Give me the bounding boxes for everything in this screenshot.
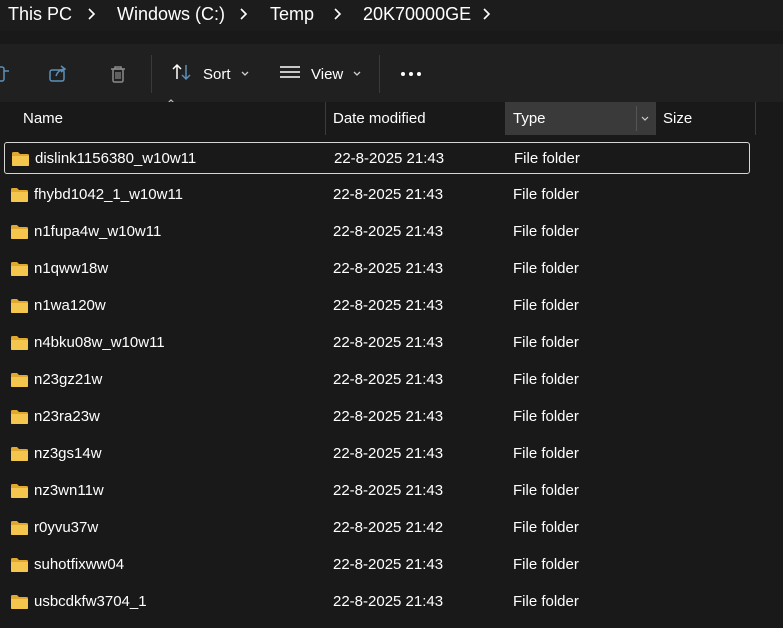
folder-icon	[11, 151, 30, 167]
trash-icon[interactable]	[108, 64, 128, 84]
file-date-modified: 22-8-2025 21:43	[333, 445, 444, 462]
column-header-row: Name Date modified Type Size	[0, 102, 783, 135]
command-bar: Sort View	[0, 44, 783, 102]
file-name: n23ra23w	[34, 408, 100, 425]
file-type: File folder	[513, 297, 579, 314]
cut-icon[interactable]	[0, 64, 12, 84]
chevron-right-icon[interactable]	[479, 4, 495, 24]
chevron-down-icon	[353, 71, 361, 76]
folder-icon	[10, 594, 29, 610]
column-header-size[interactable]: Size	[656, 102, 755, 135]
sort-label: Sort	[203, 65, 231, 83]
file-name: r0yvu37w	[34, 519, 99, 536]
file-name: usbcdkfw3704_1	[34, 593, 147, 610]
file-name: fhybd1042_1_w10w11	[34, 186, 184, 203]
column-header-name[interactable]: Name	[0, 102, 325, 135]
column-separator	[636, 106, 637, 131]
file-date-modified: 22-8-2025 21:43	[333, 334, 444, 351]
folder-icon	[10, 261, 29, 277]
folder-icon	[10, 372, 29, 388]
sort-arrows-icon	[171, 62, 193, 87]
folder-icon	[10, 409, 29, 425]
table-row[interactable]: r0yvu37w 22-8-2025 21:42 File folder	[4, 512, 750, 544]
file-date-modified: 22-8-2025 21:43	[333, 186, 444, 203]
table-row[interactable]: n1fupa4w_w10w11 22-8-2025 21:43 File folde…	[4, 216, 750, 248]
breadcrumb-item-windows-c[interactable]: Windows (C:)	[117, 3, 225, 25]
breadcrumb: This PC Windows (C:) Temp 20K70000GE	[0, 0, 783, 31]
table-row[interactable]: fhybd1042_1_w10w11 22-8-2025 21:43 File fo…	[4, 179, 750, 211]
file-date-modified: 22-8-2025 21:43	[333, 556, 444, 573]
file-type: File folder	[513, 445, 579, 462]
file-type: File folder	[513, 223, 579, 240]
table-row[interactable]: n23gz21w 22-8-2025 21:43 File folder	[4, 364, 750, 396]
column-header-type-label: Type	[513, 110, 546, 127]
table-row[interactable]: n1qww18w 22-8-2025 21:43 File folder	[4, 253, 750, 285]
more-dots-icon[interactable]	[400, 64, 421, 84]
file-type: File folder	[513, 593, 579, 610]
file-type: File folder	[513, 556, 579, 573]
file-name: n1wa120w	[34, 297, 106, 314]
file-name: n4bku08w_w10w11	[34, 334, 165, 351]
file-date-modified: 22-8-2025 21:43	[333, 408, 444, 425]
file-type: File folder	[514, 150, 580, 167]
file-type: File folder	[513, 371, 579, 388]
file-name: n23gz21w	[34, 371, 103, 388]
file-type: File folder	[513, 260, 579, 277]
file-type: File folder	[513, 186, 579, 203]
file-name: suhotfixww04	[34, 556, 125, 573]
file-date-modified: 22-8-2025 21:43	[333, 297, 444, 314]
file-name: nz3gs14w	[34, 445, 102, 462]
file-date-modified: 22-8-2025 21:43	[333, 371, 444, 388]
table-row[interactable]: n1wa120w 22-8-2025 21:43 File folder	[4, 290, 750, 322]
file-date-modified: 22-8-2025 21:43	[333, 260, 444, 277]
chevron-right-icon[interactable]	[330, 4, 346, 24]
column-separator[interactable]	[755, 102, 756, 135]
share-icon[interactable]	[48, 64, 68, 84]
table-row[interactable]: suhotfixww04 22-8-2025 21:43 File folder	[4, 549, 750, 581]
table-row[interactable]: nz3wn11w 22-8-2025 21:43 File folder	[4, 475, 750, 507]
breadcrumb-item-20k70000ge[interactable]: 20K70000GE	[363, 3, 471, 25]
chevron-down-icon[interactable]	[640, 115, 650, 123]
column-header-date-modified[interactable]: Date modified	[326, 102, 505, 135]
chevron-right-icon[interactable]	[84, 4, 100, 24]
folder-icon	[10, 520, 29, 536]
file-date-modified: 22-8-2025 21:43	[334, 150, 445, 167]
file-name: dislink1156380_w10w11	[35, 150, 197, 167]
sort-button[interactable]: Sort	[171, 60, 250, 88]
table-row[interactable]: nz3gs14w 22-8-2025 21:43 File folder	[4, 438, 750, 470]
file-name: n1qww18w	[34, 260, 109, 277]
toolbar-divider	[151, 55, 152, 93]
view-button[interactable]: View	[279, 60, 362, 88]
file-date-modified: 22-8-2025 21:43	[333, 223, 444, 240]
folder-icon	[10, 187, 29, 203]
file-type: File folder	[513, 482, 579, 499]
view-lines-icon	[279, 62, 301, 87]
toolbar-divider	[379, 55, 380, 93]
file-name: nz3wn11w	[34, 482, 104, 499]
file-date-modified: 22-8-2025 21:42	[333, 519, 444, 536]
table-row[interactable]: dislink1156380_w10w11 22-8-2025 21:43 File…	[4, 142, 750, 174]
file-type: File folder	[513, 334, 579, 351]
file-name: n1fupa4w_w10w11	[34, 223, 162, 240]
folder-icon	[10, 298, 29, 314]
file-type: File folder	[513, 408, 579, 425]
table-row[interactable]: n4bku08w_w10w11 22-8-2025 21:43 File folde…	[4, 327, 750, 359]
folder-icon	[10, 557, 29, 573]
file-date-modified: 22-8-2025 21:43	[333, 482, 444, 499]
breadcrumb-item-this-pc[interactable]: This PC	[8, 3, 72, 25]
chevron-right-icon[interactable]	[236, 4, 252, 24]
file-date-modified: 22-8-2025 21:43	[333, 593, 444, 610]
breadcrumb-item-temp[interactable]: Temp	[270, 3, 314, 25]
view-label: View	[311, 65, 344, 83]
folder-icon	[10, 446, 29, 462]
folder-icon	[10, 335, 29, 351]
table-row[interactable]: n23ra23w 22-8-2025 21:43 File folder	[4, 401, 750, 433]
chevron-down-icon	[241, 71, 248, 76]
folder-icon	[10, 483, 29, 499]
folder-icon	[10, 224, 29, 240]
table-row[interactable]: usbcdkfw3704_1 22-8-2025 21:43 File folder	[4, 586, 750, 618]
file-type: File folder	[513, 519, 579, 536]
column-header-type[interactable]: Type	[506, 102, 655, 135]
